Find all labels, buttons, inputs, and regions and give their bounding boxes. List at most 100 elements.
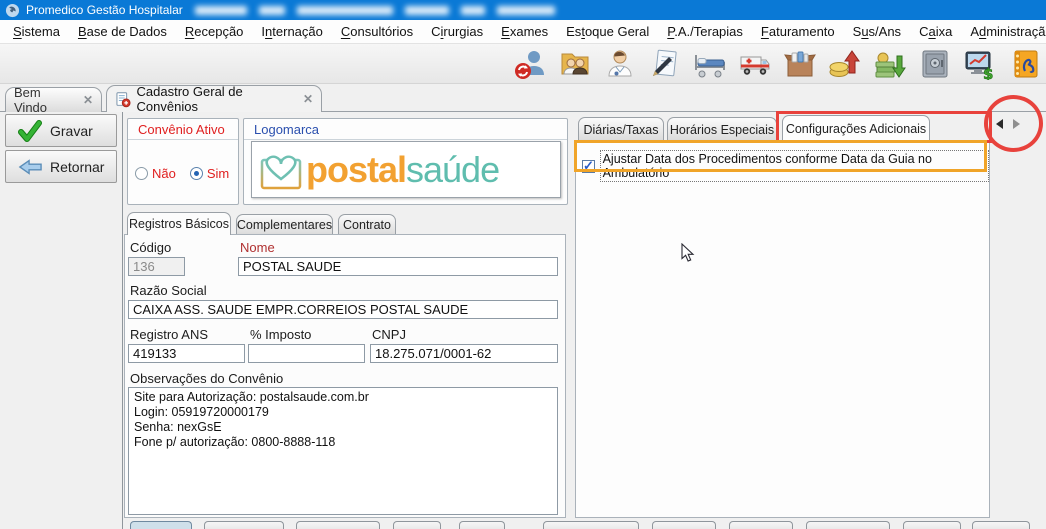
imposto-field[interactable]	[248, 344, 365, 363]
arrow-left-icon	[18, 156, 42, 178]
tab-horarios-especiais[interactable]: Horários Especiais	[667, 117, 777, 141]
mouse-cursor	[681, 243, 695, 263]
document-sign-icon[interactable]	[648, 47, 681, 80]
redacted-text	[297, 6, 393, 15]
menu-item-caixa[interactable]: Caixa	[910, 20, 961, 43]
menu-item-pa-terapias[interactable]: P.A./Terapias	[658, 20, 752, 43]
tab-diarias-taxas[interactable]: Diárias/Taxas	[578, 117, 664, 141]
nome-field[interactable]	[238, 257, 558, 276]
stock-box-icon[interactable]	[783, 47, 816, 80]
menu-bar: Sistema Base de Dados Recepção Internaçã…	[0, 20, 1046, 44]
radio-sim[interactable]: Sim	[190, 166, 229, 181]
bottom-button-sliver[interactable]	[806, 521, 890, 529]
bottom-button-sliver[interactable]	[903, 521, 961, 529]
observacoes-field[interactable]: Site para Autorização: postalsaude.com.b…	[128, 387, 558, 515]
imposto-label: % Imposto	[250, 327, 311, 342]
phonebook-icon[interactable]	[1008, 47, 1041, 80]
logo-word-postal: postal	[306, 149, 406, 190]
logo-image: postalsaúde	[251, 141, 561, 198]
configuracoes-adicionais-panel: Ajustar Data dos Procedimentos conforme …	[575, 140, 990, 518]
redacted-text	[497, 6, 555, 15]
bottom-button-sliver[interactable]	[729, 521, 793, 529]
sidebar-divider	[122, 112, 123, 529]
radio-nao-label: Não	[152, 166, 176, 181]
observacoes-label: Observações do Convênio	[130, 371, 283, 386]
menu-item-administracao[interactable]: Administração	[961, 20, 1046, 43]
logomarca-groupbox: Logomarca postalsaúde	[243, 118, 568, 205]
bottom-button-sliver[interactable]	[130, 521, 192, 529]
menu-item-cirurgias[interactable]: Cirurgias	[422, 20, 492, 43]
convenio-ativo-groupbox: Convênio Ativo Não Sim	[127, 118, 239, 205]
finance-chart-icon[interactable]: $	[963, 47, 996, 80]
bottom-button-sliver[interactable]	[296, 521, 380, 529]
tab-label: Horários Especiais	[670, 123, 774, 137]
logomarca-title: Logomarca	[244, 119, 567, 140]
tab-bem-vindo[interactable]: Bem Vindo ✕	[5, 87, 102, 112]
logo-word-saude: saúde	[406, 149, 499, 190]
bottom-button-sliver[interactable]	[204, 521, 284, 529]
tab-cadastro-geral-de-convenios[interactable]: Cadastro Geral de Convênios ✕	[106, 85, 322, 112]
menu-item-sistema[interactable]: Sistema	[4, 20, 69, 43]
app-phone-icon	[5, 3, 20, 18]
doctor-icon[interactable]	[603, 47, 636, 80]
radio-circle-icon[interactable]	[135, 167, 148, 180]
nome-label: Nome	[240, 240, 275, 255]
svg-text:$: $	[983, 65, 993, 80]
codigo-label: Código	[130, 240, 171, 255]
title-bar: Promedico Gestão Hospitalar	[0, 0, 1046, 20]
menu-item-consultorios[interactable]: Consultórios	[332, 20, 422, 43]
bottom-button-sliver[interactable]	[972, 521, 1030, 529]
redacted-text	[259, 6, 285, 15]
registro-ans-field[interactable]	[128, 344, 245, 363]
refresh-user-icon[interactable]	[513, 47, 546, 80]
cnpj-label: CNPJ	[372, 327, 406, 342]
gravar-label: Gravar	[50, 123, 93, 139]
codigo-field	[128, 257, 185, 276]
patients-folder-icon[interactable]	[558, 47, 591, 80]
gravar-button[interactable]: Gravar	[5, 114, 117, 147]
check-icon	[18, 120, 42, 142]
tab-complementares[interactable]: Complementares	[236, 214, 333, 235]
toolbar: $	[0, 44, 1046, 84]
menu-item-sus-ans[interactable]: Sus/Ans	[844, 20, 910, 43]
close-icon[interactable]: ✕	[83, 93, 93, 107]
menu-item-faturamento[interactable]: Faturamento	[752, 20, 844, 43]
bottom-button-sliver[interactable]	[459, 521, 505, 529]
menu-item-estoque-geral[interactable]: Estoque Geral	[557, 20, 658, 43]
tab-label: Diárias/Taxas	[583, 123, 658, 137]
redacted-text	[405, 6, 449, 15]
menu-item-base-de-dados[interactable]: Base de Dados	[69, 20, 176, 43]
ambulance-icon[interactable]	[738, 47, 771, 80]
convenio-ativo-title: Convênio Ativo	[128, 119, 238, 140]
annotation-red-circle	[984, 95, 1043, 152]
tab-label: Bem Vindo	[14, 85, 73, 115]
menu-item-exames[interactable]: Exames	[492, 20, 557, 43]
tab-label: Registros Básicos	[129, 217, 229, 231]
close-icon[interactable]: ✕	[303, 92, 313, 106]
annotation-orange-rectangle	[574, 140, 987, 172]
menu-item-internacao[interactable]: Internação	[252, 20, 331, 43]
hospital-bed-icon[interactable]	[693, 47, 726, 80]
retornar-button[interactable]: Retornar	[5, 150, 117, 183]
radio-nao[interactable]: Não	[135, 166, 176, 181]
bottom-button-sliver[interactable]	[652, 521, 716, 529]
radio-sim-label: Sim	[207, 166, 229, 181]
tab-contrato[interactable]: Contrato	[338, 214, 396, 235]
annotation-red-rectangle	[776, 111, 992, 143]
money-down-icon[interactable]	[873, 47, 906, 80]
cnpj-field[interactable]	[370, 344, 558, 363]
bottom-button-sliver[interactable]	[543, 521, 639, 529]
redacted-text	[195, 6, 247, 15]
razao-social-label: Razão Social	[130, 283, 207, 298]
menu-item-recepcao[interactable]: Recepção	[176, 20, 253, 43]
registro-ans-label: Registro ANS	[130, 327, 208, 342]
retornar-label: Retornar	[50, 159, 104, 175]
radio-circle-icon[interactable]	[190, 167, 203, 180]
envelope-heart-icon	[258, 148, 304, 192]
tab-registros-basicos[interactable]: Registros Básicos	[127, 212, 231, 235]
window-title: Promedico Gestão Hospitalar	[26, 3, 183, 17]
razao-social-field[interactable]	[128, 300, 558, 319]
bottom-button-sliver[interactable]	[393, 521, 441, 529]
safe-icon[interactable]	[918, 47, 951, 80]
money-up-icon[interactable]	[828, 47, 861, 80]
